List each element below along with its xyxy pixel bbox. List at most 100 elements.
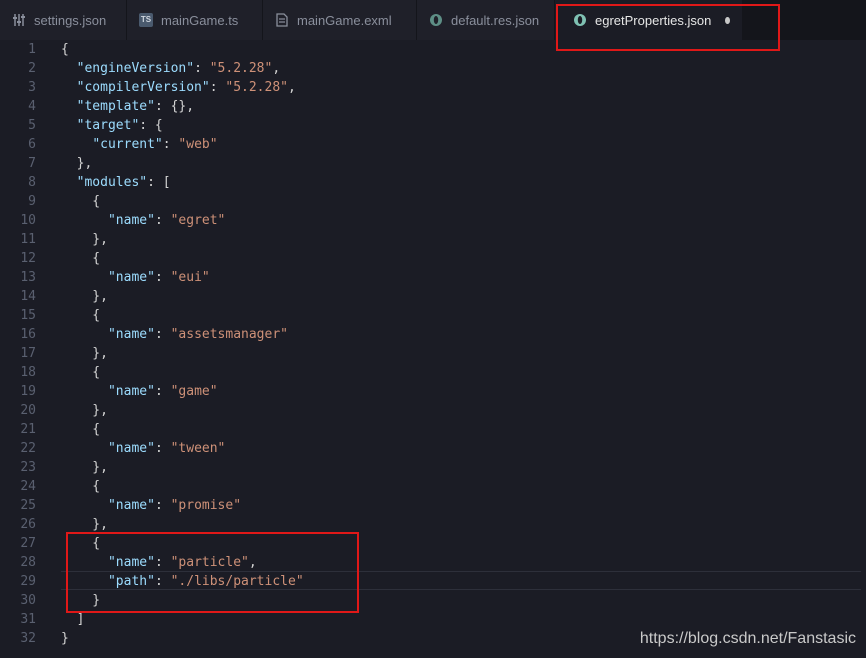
json-punctuation-token (61, 270, 108, 285)
line-number: 7 (28, 156, 36, 171)
json-key-token: "compilerVersion" (76, 80, 210, 95)
json-punctuation-token (61, 118, 77, 133)
line-number: 11 (20, 232, 36, 247)
json-punctuation-token: { (61, 194, 101, 209)
code-text: { (61, 363, 100, 382)
json-punctuation-token: : (154, 441, 171, 456)
code-text: "name": "promise" (61, 496, 241, 515)
json-punctuation-token: : (209, 80, 226, 95)
line-number: 28 (20, 555, 36, 570)
code-line[interactable]: 4 "template": {}, (0, 97, 866, 116)
line-number: 5 (28, 118, 36, 133)
json-key-token: "template" (76, 99, 155, 114)
code-text: { (61, 477, 100, 496)
code-line[interactable]: 12 { (0, 249, 866, 268)
json-punctuation-token (61, 441, 108, 456)
json-punctuation-token (61, 498, 108, 513)
json-key-token: "name" (107, 384, 155, 399)
code-text: "target": { (61, 116, 163, 135)
json-punctuation-token: }, (61, 289, 108, 304)
code-line[interactable]: 6 "current": "web" (0, 135, 866, 154)
code-text: "engineVersion": "5.2.28", (61, 59, 281, 78)
code-line[interactable]: 16 "name": "assetsmanager" (0, 325, 866, 344)
json-key-token: "name" (107, 213, 155, 228)
line-number: 23 (20, 460, 36, 475)
json-punctuation-token: : (154, 327, 171, 342)
json-key-token: "current" (92, 137, 163, 152)
line-number: 25 (20, 498, 36, 513)
json-punctuation-token: { (61, 308, 101, 323)
line-number: 16 (20, 327, 36, 342)
json-punctuation-token (61, 99, 77, 114)
code-line[interactable]: 9 { (0, 192, 866, 211)
code-line[interactable]: 17 }, (0, 344, 866, 363)
code-line[interactable]: 19 "name": "game" (0, 382, 866, 401)
json-punctuation-token: , (272, 61, 281, 76)
annotation-box-active-tab (556, 4, 780, 51)
tab-maingame-ts[interactable]: TS mainGame.ts (127, 0, 263, 40)
json-punctuation-token: }, (61, 346, 108, 361)
json-punctuation-token: } (61, 631, 69, 646)
code-line[interactable]: 5 "target": { (0, 116, 866, 135)
json-punctuation-token: : (154, 213, 171, 228)
tab-settings-json[interactable]: settings.json (0, 0, 127, 40)
code-line[interactable]: 22 "name": "tween" (0, 439, 866, 458)
json-string-token: "promise" (170, 498, 242, 513)
line-number: 9 (28, 194, 36, 209)
code-line[interactable]: 20 }, (0, 401, 866, 420)
watermark-text: https://blog.csdn.net/Fanstasic (639, 630, 856, 647)
tab-maingame-exml[interactable]: mainGame.exml (263, 0, 417, 40)
json-string-token: "egret" (170, 213, 226, 228)
json-string-token: "web" (178, 137, 218, 152)
line-number: 32 (20, 631, 36, 646)
line-number: 6 (28, 137, 36, 152)
line-number: 14 (20, 289, 36, 304)
json-punctuation-token (61, 61, 77, 76)
line-number: 12 (20, 251, 36, 266)
code-line[interactable]: 8 "modules": [ (0, 173, 866, 192)
code-line[interactable]: 14 }, (0, 287, 866, 306)
code-line[interactable]: 25 "name": "promise" (0, 496, 866, 515)
json-punctuation-token: }, (61, 232, 108, 247)
json-punctuation-token: : (154, 384, 171, 399)
json-string-token: "game" (170, 384, 218, 399)
code-text: "name": "assetsmanager" (61, 325, 288, 344)
json-punctuation-token: }, (61, 517, 108, 532)
code-text: "compilerVersion": "5.2.28", (61, 78, 296, 97)
code-line[interactable]: 23 }, (0, 458, 866, 477)
code-line[interactable]: 7 }, (0, 154, 866, 173)
egret-json-icon (429, 13, 443, 27)
line-number: 27 (20, 536, 36, 551)
json-punctuation-token: : (154, 498, 171, 513)
line-number: 10 (20, 213, 36, 228)
line-number: 4 (28, 99, 36, 114)
code-line[interactable]: 3 "compilerVersion": "5.2.28", (0, 78, 866, 97)
json-punctuation-token: : (162, 137, 179, 152)
code-line[interactable]: 10 "name": "egret" (0, 211, 866, 230)
json-punctuation-token (61, 80, 77, 95)
code-line[interactable]: 15 { (0, 306, 866, 325)
tab-default-res-json[interactable]: default.res.json (417, 0, 555, 40)
json-string-token: "eui" (170, 270, 210, 285)
json-punctuation-token: }, (61, 460, 108, 475)
tab-label: mainGame.exml (297, 12, 392, 28)
json-punctuation-token: : {}, (154, 99, 195, 114)
code-line[interactable]: 2 "engineVersion": "5.2.28", (0, 59, 866, 78)
json-punctuation-token (61, 213, 108, 228)
line-number: 26 (20, 517, 36, 532)
code-text: "modules": [ (61, 173, 171, 192)
code-text: } (61, 629, 69, 648)
code-line[interactable]: 11 }, (0, 230, 866, 249)
code-text: "name": "tween" (61, 439, 225, 458)
json-punctuation-token: , (288, 80, 296, 95)
json-punctuation-token: ] (61, 612, 85, 627)
code-line[interactable]: 18 { (0, 363, 866, 382)
typescript-file-icon: TS (139, 13, 153, 27)
json-punctuation-token: }, (61, 156, 93, 171)
json-punctuation-token (61, 384, 108, 399)
line-number: 17 (20, 346, 36, 361)
code-line[interactable]: 13 "name": "eui" (0, 268, 866, 287)
code-line[interactable]: 24 { (0, 477, 866, 496)
line-number: 31 (20, 612, 36, 627)
code-line[interactable]: 21 { (0, 420, 866, 439)
